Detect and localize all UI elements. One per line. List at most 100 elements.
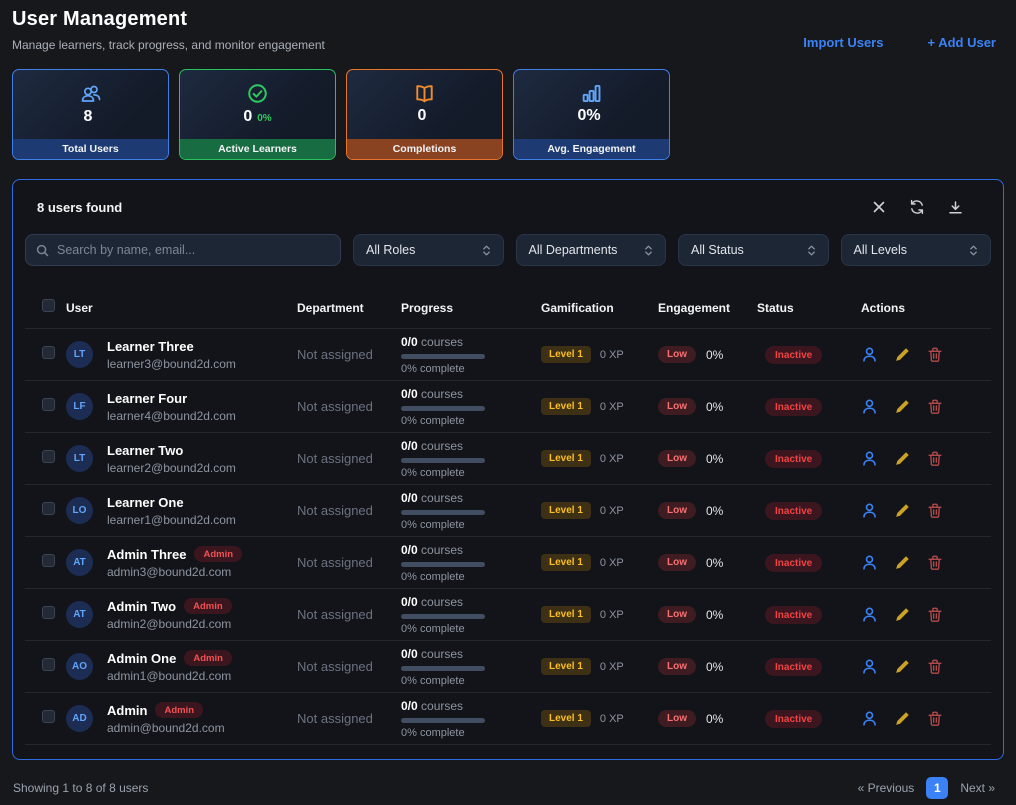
table-header: User Department Progress Gamification En… [25, 287, 991, 329]
user-profile-icon[interactable] [861, 554, 879, 572]
edit-pencil-icon[interactable] [894, 502, 912, 520]
delete-trash-icon[interactable] [927, 658, 945, 676]
users-icon [80, 84, 102, 104]
courses-count: 0/0 [401, 491, 418, 505]
edit-pencil-icon[interactable] [894, 606, 912, 624]
delete-trash-icon[interactable] [927, 346, 945, 364]
delete-trash-icon[interactable] [927, 606, 945, 624]
avatar: LO [66, 497, 93, 524]
user-email: learner3@bound2d.com [107, 357, 236, 371]
close-icon[interactable] [871, 199, 887, 215]
status-badge: Inactive [765, 450, 822, 468]
user-profile-icon[interactable] [861, 710, 879, 728]
edit-pencil-icon[interactable] [894, 554, 912, 572]
add-user-button[interactable]: + Add User [927, 35, 996, 50]
level-badge: Level 1 [541, 658, 591, 675]
row-checkbox[interactable] [42, 554, 55, 567]
xp-value: 0 XP [600, 713, 624, 725]
edit-pencil-icon[interactable] [894, 398, 912, 416]
stat-label: Avg. Engagement [514, 139, 669, 159]
table-row: AO Admin One Admin admin1@bound2d.com No… [25, 641, 991, 693]
progress-bar [401, 354, 485, 359]
courses-label: courses [421, 595, 463, 609]
user-profile-icon[interactable] [861, 346, 879, 364]
import-users-button[interactable]: Import Users [803, 35, 883, 50]
user-profile-icon[interactable] [861, 658, 879, 676]
progress-bar [401, 510, 485, 515]
percent-complete: 0% complete [401, 623, 541, 635]
column-department: Department [297, 301, 401, 315]
edit-pencil-icon[interactable] [894, 346, 912, 364]
user-email: learner1@bound2d.com [107, 513, 236, 527]
page-subtitle: Manage learners, track progress, and mon… [12, 38, 325, 52]
edit-pencil-icon[interactable] [894, 710, 912, 728]
admin-badge: Admin [184, 650, 232, 666]
row-checkbox[interactable] [42, 710, 55, 723]
status-filter[interactable]: All Status [678, 234, 829, 266]
user-profile-icon[interactable] [861, 450, 879, 468]
progress-bar [401, 458, 485, 463]
row-checkbox[interactable] [42, 398, 55, 411]
edit-pencil-icon[interactable] [894, 450, 912, 468]
xp-value: 0 XP [600, 609, 624, 621]
next-page-button[interactable]: Next » [960, 781, 995, 795]
department-value: Not assigned [297, 711, 401, 726]
level-badge: Level 1 [541, 398, 591, 415]
user-email: admin2@bound2d.com [107, 617, 232, 631]
search-icon [36, 244, 49, 257]
user-name: Learner Three [107, 339, 194, 354]
engagement-percent: 0% [706, 556, 723, 570]
row-checkbox[interactable] [42, 658, 55, 671]
select-all-checkbox[interactable] [42, 299, 55, 312]
user-name: Learner Four [107, 391, 187, 406]
avatar: LT [66, 445, 93, 472]
percent-complete: 0% complete [401, 519, 541, 531]
stat-label: Total Users [13, 139, 168, 159]
refresh-icon[interactable] [909, 199, 925, 215]
filter-row: All Roles All Departments All Status All… [25, 234, 991, 266]
row-checkbox[interactable] [42, 450, 55, 463]
roles-filter[interactable]: All Roles [353, 234, 504, 266]
delete-trash-icon[interactable] [927, 398, 945, 416]
courses-label: courses [421, 647, 463, 661]
previous-page-button[interactable]: « Previous [858, 781, 915, 795]
search-box [25, 234, 341, 266]
user-profile-icon[interactable] [861, 606, 879, 624]
row-checkbox[interactable] [42, 606, 55, 619]
levels-filter[interactable]: All Levels [841, 234, 992, 266]
stat-label: Completions [347, 139, 502, 159]
results-count: 8 users found [37, 200, 122, 215]
user-profile-icon[interactable] [861, 502, 879, 520]
delete-trash-icon[interactable] [927, 450, 945, 468]
stat-value: 0 [418, 107, 427, 125]
delete-trash-icon[interactable] [927, 502, 945, 520]
department-value: Not assigned [297, 399, 401, 414]
status-badge: Inactive [765, 606, 822, 624]
delete-trash-icon[interactable] [927, 554, 945, 572]
department-value: Not assigned [297, 659, 401, 674]
row-checkbox[interactable] [42, 346, 55, 359]
user-name: Learner One [107, 495, 184, 510]
department-value: Not assigned [297, 607, 401, 622]
admin-badge: Admin [155, 702, 203, 718]
status-badge: Inactive [765, 346, 822, 364]
download-icon[interactable] [947, 199, 963, 215]
delete-trash-icon[interactable] [927, 710, 945, 728]
row-checkbox[interactable] [42, 502, 55, 515]
avatar: AD [66, 705, 93, 732]
stat-card-active-learners: 0 0% Active Learners [179, 69, 336, 160]
user-profile-icon[interactable] [861, 398, 879, 416]
status-badge: Inactive [765, 398, 822, 416]
chevron-updown-icon [969, 244, 978, 257]
search-input[interactable] [57, 243, 330, 257]
engagement-badge: Low [658, 606, 696, 623]
courses-count: 0/0 [401, 543, 418, 557]
chevron-updown-icon [807, 244, 816, 257]
courses-count: 0/0 [401, 439, 418, 453]
departments-filter[interactable]: All Departments [516, 234, 667, 266]
user-email: learner4@bound2d.com [107, 409, 236, 423]
edit-pencil-icon[interactable] [894, 658, 912, 676]
engagement-badge: Low [658, 710, 696, 727]
page-number-button[interactable]: 1 [926, 777, 948, 799]
table-row: LT Learner Two learner2@bound2d.com Not … [25, 433, 991, 485]
